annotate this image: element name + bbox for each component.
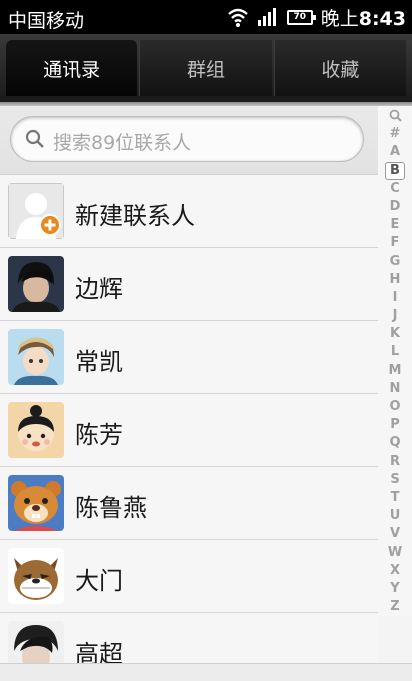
- alphabet-index-bar[interactable]: # A B C D E F G H I J K L M N O P Q R S …: [378, 106, 412, 616]
- contact-name: 常凯: [75, 348, 123, 376]
- index-letter[interactable]: J: [378, 307, 412, 325]
- index-letter[interactable]: I: [378, 289, 412, 307]
- index-letter[interactable]: Y: [378, 580, 412, 598]
- index-letter[interactable]: Q: [378, 434, 412, 452]
- new-contact-row[interactable]: 新建联系人: [0, 175, 378, 248]
- contact-avatar: [8, 329, 64, 385]
- index-letter[interactable]: H: [378, 271, 412, 289]
- index-letter[interactable]: T: [378, 489, 412, 507]
- index-letter[interactable]: Z: [378, 598, 412, 616]
- clock: 晚上8:43: [321, 4, 406, 31]
- contact-row[interactable]: 常凯: [0, 321, 378, 394]
- contact-name: 陈鲁燕: [75, 494, 147, 522]
- contact-avatar: [8, 402, 64, 458]
- status-bar: 中国移动 70 晚上8:43: [0, 0, 412, 34]
- contact-avatar: [8, 256, 64, 312]
- contact-name: 新建联系人: [75, 202, 195, 230]
- contact-avatar: [8, 475, 64, 531]
- bottom-bar: [0, 663, 412, 681]
- index-letter[interactable]: G: [378, 253, 412, 271]
- index-search-icon[interactable]: [378, 107, 412, 125]
- contact-avatar: [8, 621, 64, 663]
- tab-groups[interactable]: 群组: [139, 40, 272, 96]
- contact-row[interactable]: 陈鲁燕: [0, 467, 378, 540]
- index-letter[interactable]: S: [378, 471, 412, 489]
- contact-row[interactable]: 边辉: [0, 248, 378, 321]
- search-area: 搜索89位联系人: [0, 106, 378, 175]
- clock-time: 8:43: [358, 7, 406, 30]
- tab-contacts[interactable]: 通讯录: [6, 40, 138, 96]
- contact-row[interactable]: 大门: [0, 540, 378, 613]
- search-input[interactable]: 搜索89位联系人: [10, 116, 364, 162]
- index-letter[interactable]: R: [378, 453, 412, 471]
- index-letter[interactable]: F: [378, 234, 412, 252]
- index-letter[interactable]: O: [378, 398, 412, 416]
- contact-name: 高超: [75, 640, 123, 663]
- index-letter[interactable]: K: [378, 325, 412, 343]
- battery-level: 70: [293, 11, 306, 22]
- add-contact-icon: [8, 183, 64, 239]
- index-letter[interactable]: N: [378, 380, 412, 398]
- index-letter[interactable]: X: [378, 562, 412, 580]
- signal-icon: [257, 8, 276, 26]
- index-letter-selected[interactable]: B: [378, 161, 412, 180]
- tab-favorites[interactable]: 收藏: [273, 40, 406, 96]
- index-letter[interactable]: E: [378, 216, 412, 234]
- contact-row[interactable]: 高超: [0, 613, 378, 663]
- clock-prefix: 晚上: [320, 7, 359, 30]
- contact-name: 陈芳: [75, 421, 123, 449]
- contact-name: 大门: [75, 567, 123, 595]
- index-letter[interactable]: V: [378, 525, 412, 543]
- tab-bar: 通讯录 群组 收藏: [0, 34, 412, 102]
- index-letter[interactable]: P: [378, 416, 412, 434]
- index-letter[interactable]: W: [378, 544, 412, 562]
- contact-avatar: [8, 548, 64, 604]
- status-right: 70 晚上8:43: [227, 4, 406, 31]
- index-letter[interactable]: A: [378, 143, 412, 161]
- index-letter-label: B: [385, 161, 405, 180]
- carrier-label: 中国移动: [8, 10, 85, 32]
- index-letter[interactable]: D: [378, 198, 412, 216]
- wifi-icon: [227, 8, 248, 27]
- search-placeholder: 搜索89位联系人: [53, 132, 192, 154]
- index-letter[interactable]: #: [378, 125, 412, 143]
- index-letter[interactable]: U: [378, 507, 412, 525]
- index-letter[interactable]: M: [378, 362, 412, 380]
- index-letter[interactable]: C: [378, 180, 412, 198]
- search-icon: [25, 129, 44, 148]
- battery-icon: 70: [286, 9, 316, 25]
- index-letter[interactable]: L: [378, 343, 412, 361]
- contact-list: 新建联系人 边辉 常凯 陈芳 陈鲁燕 大门 高超: [0, 175, 378, 663]
- contact-name: 边辉: [75, 275, 123, 303]
- contact-row[interactable]: 陈芳: [0, 394, 378, 467]
